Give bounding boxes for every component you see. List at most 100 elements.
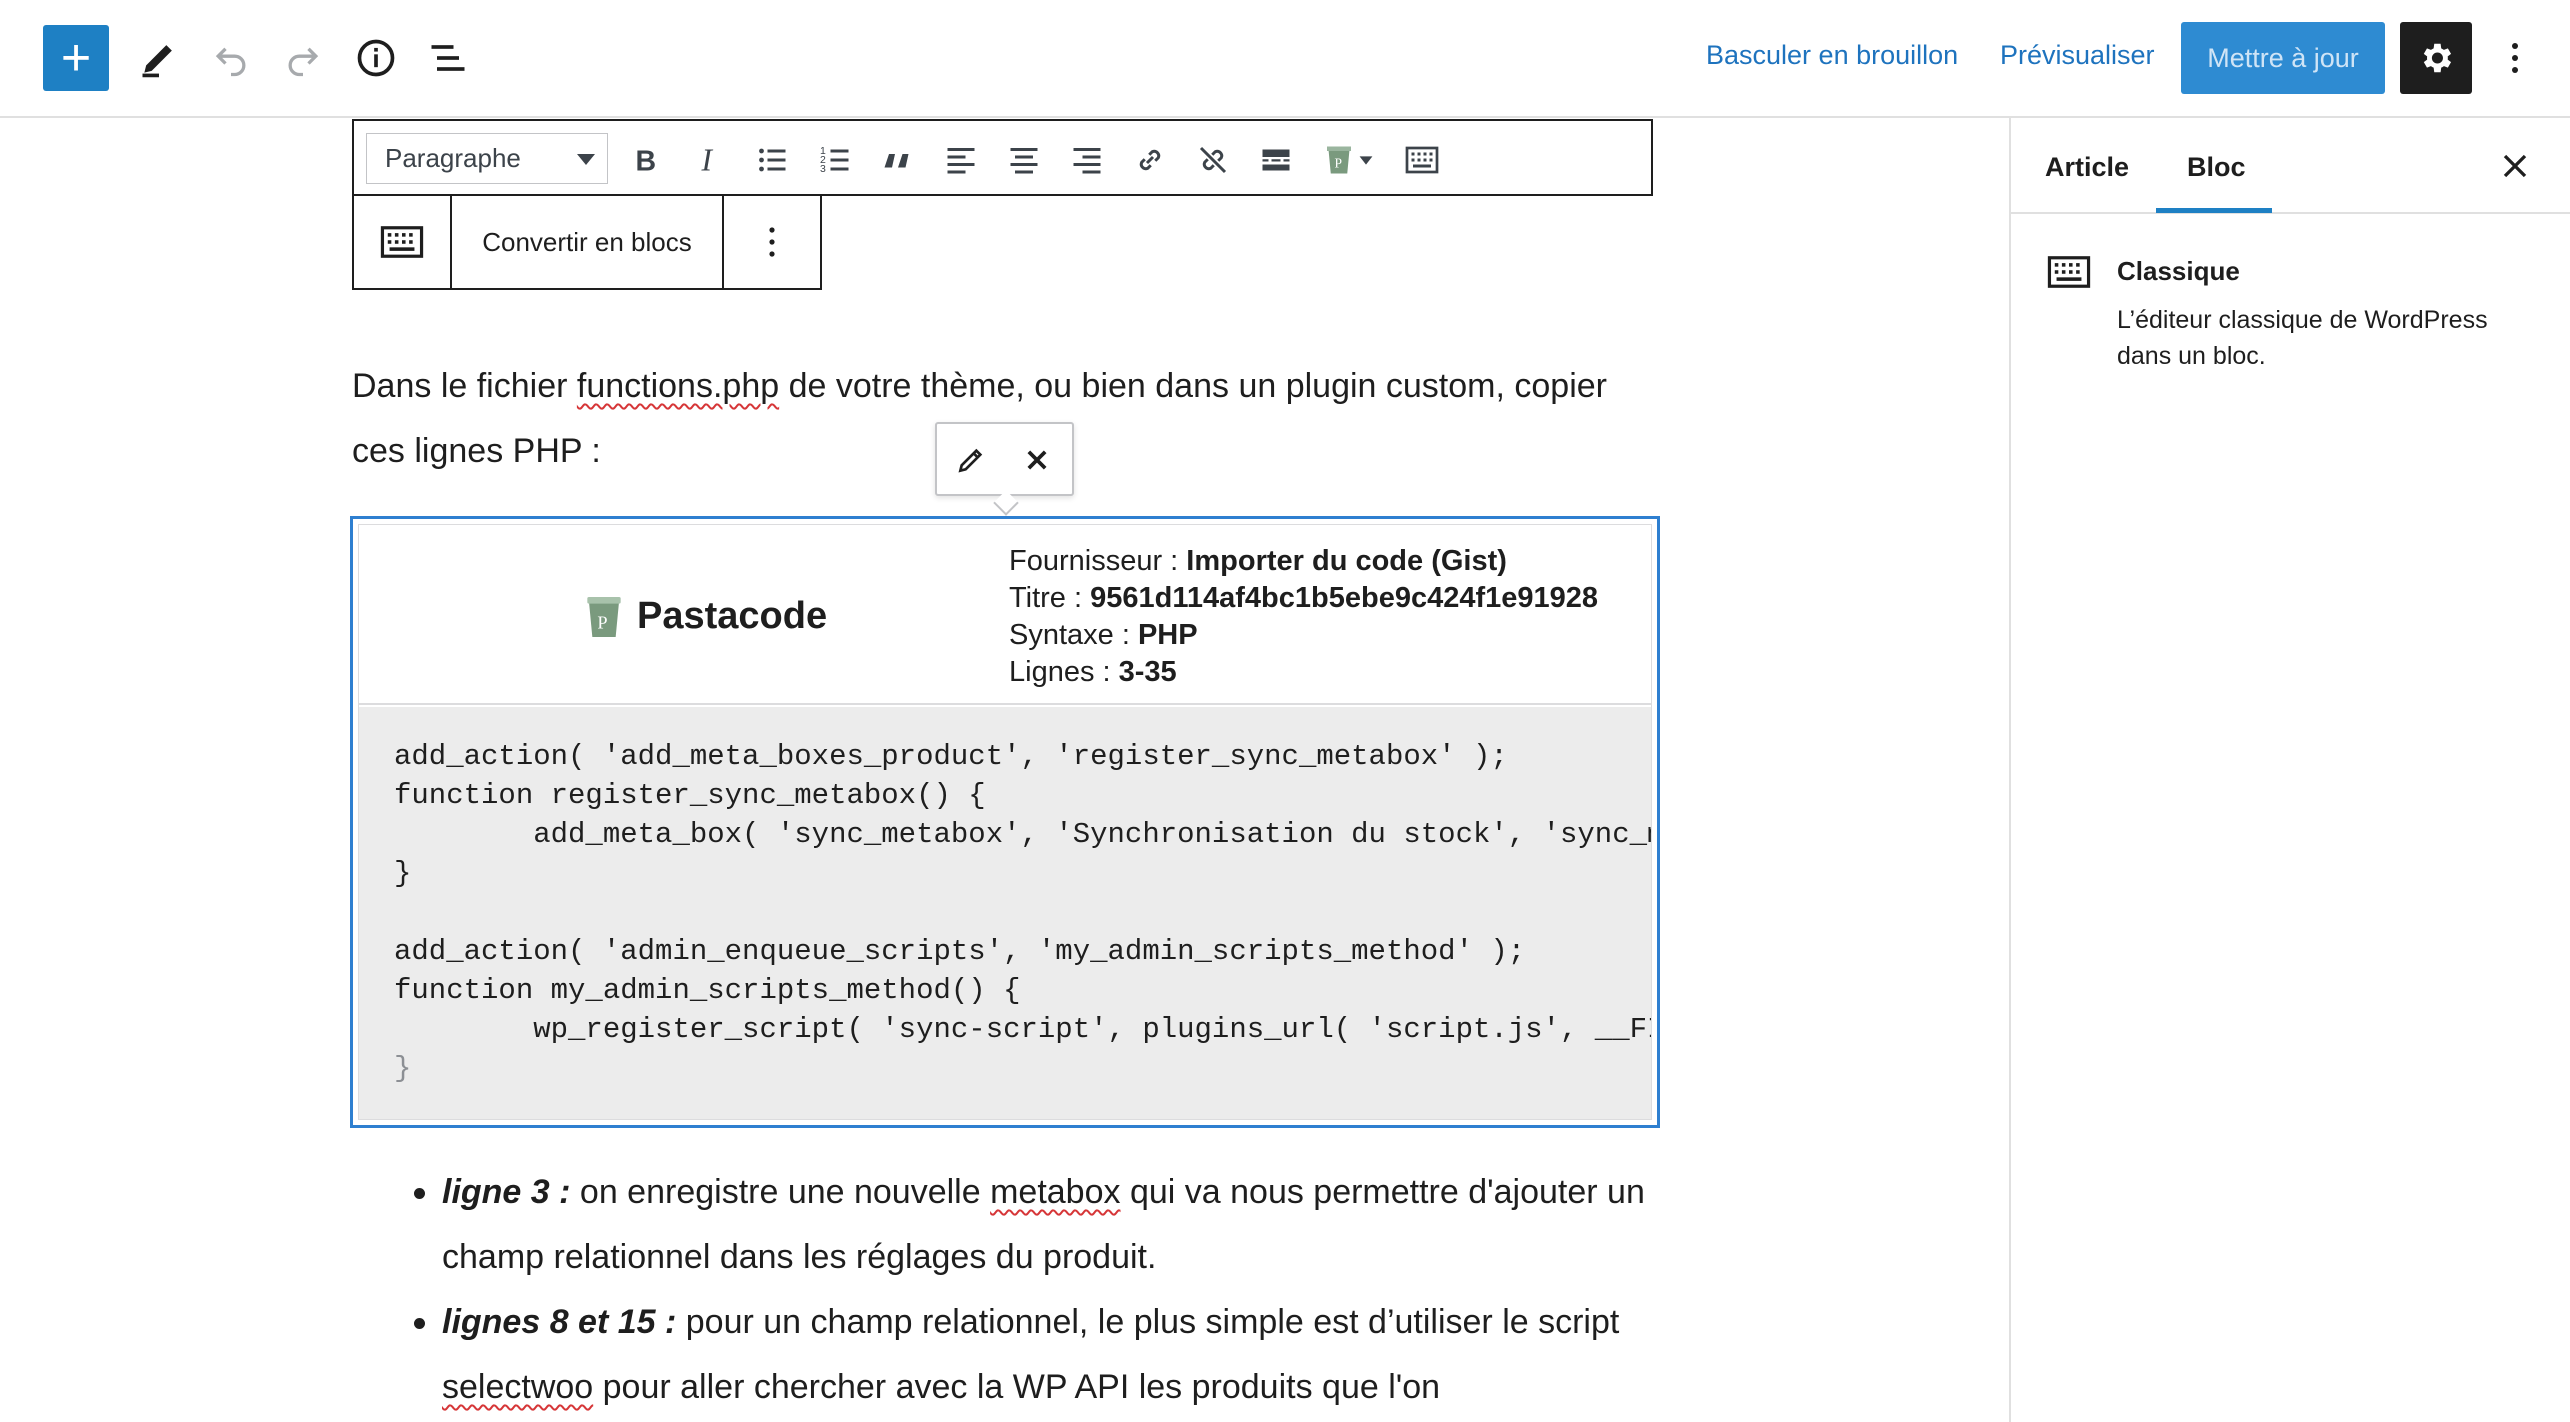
tools-button[interactable]: [126, 25, 192, 91]
bold-button[interactable]: B: [626, 140, 666, 180]
settings-button[interactable]: [2400, 22, 2472, 94]
convert-to-blocks-button[interactable]: Convertir en blocs: [452, 196, 722, 288]
remove-shortcode-button[interactable]: [1017, 440, 1057, 480]
list-item[interactable]: ligne 3 : on enregistre une nouvelle met…: [400, 1160, 1660, 1290]
explanation-list: ligne 3 : on enregistre une nouvelle met…: [400, 1160, 1660, 1420]
align-center-icon: [1010, 148, 1038, 174]
align-left-button[interactable]: [941, 140, 981, 180]
bullet-dot: [414, 1318, 425, 1329]
convert-to-blocks-label: Convertir en blocs: [482, 226, 692, 257]
pastacode-dropdown[interactable]: [1354, 140, 1378, 180]
meta-lines-value: 3-35: [1118, 656, 1177, 688]
unlink-icon: [1199, 146, 1227, 174]
link-icon: [1139, 149, 1161, 171]
meta-title: Titre : 9561d114af4bc1b5ebe9c424f1e91928: [1009, 580, 1598, 617]
code-line: add_action( 'admin_enqueue_scripts', 'my…: [394, 935, 1526, 968]
popover-arrow: [993, 490, 1019, 516]
pencil-icon: [958, 448, 983, 473]
code-line: function my_admin_scripts_method() {: [394, 974, 1021, 1007]
undo-icon: [215, 47, 246, 77]
vertical-ellipsis-icon: [769, 227, 775, 257]
redo-button[interactable]: [270, 25, 336, 91]
unlink-button[interactable]: [1193, 140, 1233, 180]
bullet-dot: [414, 1188, 425, 1199]
code-preview: add_action( 'add_meta_boxes_product', 'r…: [359, 707, 1651, 1119]
gear-icon: [2423, 43, 2452, 73]
list-item-lead: ligne 3 :: [442, 1173, 571, 1211]
code-line: add_meta_box( 'sync_metabox', 'Synchroni…: [394, 818, 1651, 851]
meta-lines: Lignes : 3-35: [1009, 654, 1598, 691]
editor-header: + Basculer en brouillon Prévisualiser Me…: [0, 0, 2570, 118]
edit-shortcode-button[interactable]: [951, 440, 991, 480]
meta-lines-label: Lignes :: [1009, 656, 1119, 688]
keyboard-icon: [2047, 256, 2091, 288]
list-item-term: metabox: [990, 1173, 1121, 1211]
redo-icon: [288, 47, 319, 77]
add-block-button[interactable]: +: [43, 25, 109, 91]
svg-text:P: P: [597, 613, 607, 633]
meta-provider-value: Importer du code (Gist): [1186, 545, 1507, 577]
link-button[interactable]: [1130, 140, 1170, 180]
details-button[interactable]: [343, 25, 409, 91]
meta-syntax-label: Syntaxe :: [1009, 619, 1138, 651]
pastacode-button[interactable]: P: [1319, 140, 1359, 180]
pastacode-icon: P: [1327, 146, 1351, 174]
tab-article[interactable]: Article: [2045, 152, 2129, 183]
svg-text:3: 3: [820, 163, 826, 175]
caret-down-icon: [577, 154, 595, 165]
block-type-button[interactable]: [354, 196, 450, 288]
close-sidebar-icon[interactable]: [2495, 146, 2535, 186]
align-left-icon: [947, 148, 975, 174]
pastacode-block[interactable]: P Pastacode Fournisseur : Importer du co…: [350, 516, 1660, 1128]
list-item-term: selectwoo: [442, 1368, 594, 1406]
update-button[interactable]: Mettre à jour: [2181, 22, 2385, 94]
code-line: function register_sync_metabox() {: [394, 779, 986, 812]
tab-block[interactable]: Bloc: [2187, 152, 2246, 183]
italic-icon: I: [701, 143, 714, 178]
svg-text:P: P: [1335, 156, 1343, 171]
numbered-list-icon: 123: [820, 145, 849, 175]
list-item-text: pour un champ relationnel, le plus simpl…: [676, 1303, 1620, 1341]
sidebar-tabs: Article Bloc: [2011, 118, 2570, 214]
close-icon: [1027, 450, 1047, 470]
pencil-icon: [142, 45, 172, 78]
meta-syntax-value: PHP: [1137, 619, 1198, 651]
bold-icon: B: [636, 146, 657, 178]
shortcode-edit-popover: [935, 422, 1074, 516]
update-button-label: Mettre à jour: [2207, 42, 2359, 73]
pastacode-title: Pastacode: [637, 595, 828, 637]
keyboard-icon: [1405, 146, 1439, 174]
bullet-list-button[interactable]: [752, 140, 792, 180]
svg-text:I: I: [701, 143, 714, 178]
pastacode-logo-icon: P: [587, 597, 621, 637]
list-item-lead: lignes 8 et 15 :: [442, 1303, 677, 1341]
toolbar-toggle-button[interactable]: [1402, 140, 1442, 180]
blockquote-button[interactable]: [878, 140, 918, 180]
block-toolbar: Convertir en blocs: [352, 194, 822, 290]
more-options-button[interactable]: [2490, 28, 2540, 88]
code-line: add_action( 'add_meta_boxes_product', 'r…: [394, 740, 1508, 773]
format-select[interactable]: Paragraphe: [366, 133, 608, 184]
list-view-button[interactable]: [415, 25, 481, 91]
block-options-button[interactable]: [724, 196, 820, 288]
paragraph-text: Dans le fichier: [352, 367, 577, 405]
code-line: wp_register_script( 'sync-script', plugi…: [394, 1013, 1651, 1046]
numbered-list-button[interactable]: 123: [815, 140, 855, 180]
code-line: }: [394, 1052, 412, 1085]
align-center-button[interactable]: [1004, 140, 1044, 180]
read-more-icon: [1262, 149, 1290, 171]
preview-button[interactable]: Prévisualiser: [2000, 40, 2155, 71]
align-right-button[interactable]: [1067, 140, 1107, 180]
list-item[interactable]: lignes 8 et 15 : pour un champ relationn…: [400, 1290, 1660, 1420]
caret-down-icon: [1359, 156, 1373, 165]
keyboard-icon: [380, 226, 424, 258]
classic-editor-toolbar: Paragraphe B I 123 P: [352, 119, 1653, 196]
switch-to-draft-button[interactable]: Basculer en brouillon: [1706, 40, 1958, 71]
meta-syntax: Syntaxe : PHP: [1009, 617, 1598, 654]
undo-button[interactable]: [198, 25, 264, 91]
plus-icon: +: [60, 29, 92, 87]
italic-button[interactable]: I: [689, 140, 729, 180]
read-more-button[interactable]: [1256, 140, 1296, 180]
align-right-icon: [1073, 148, 1101, 174]
